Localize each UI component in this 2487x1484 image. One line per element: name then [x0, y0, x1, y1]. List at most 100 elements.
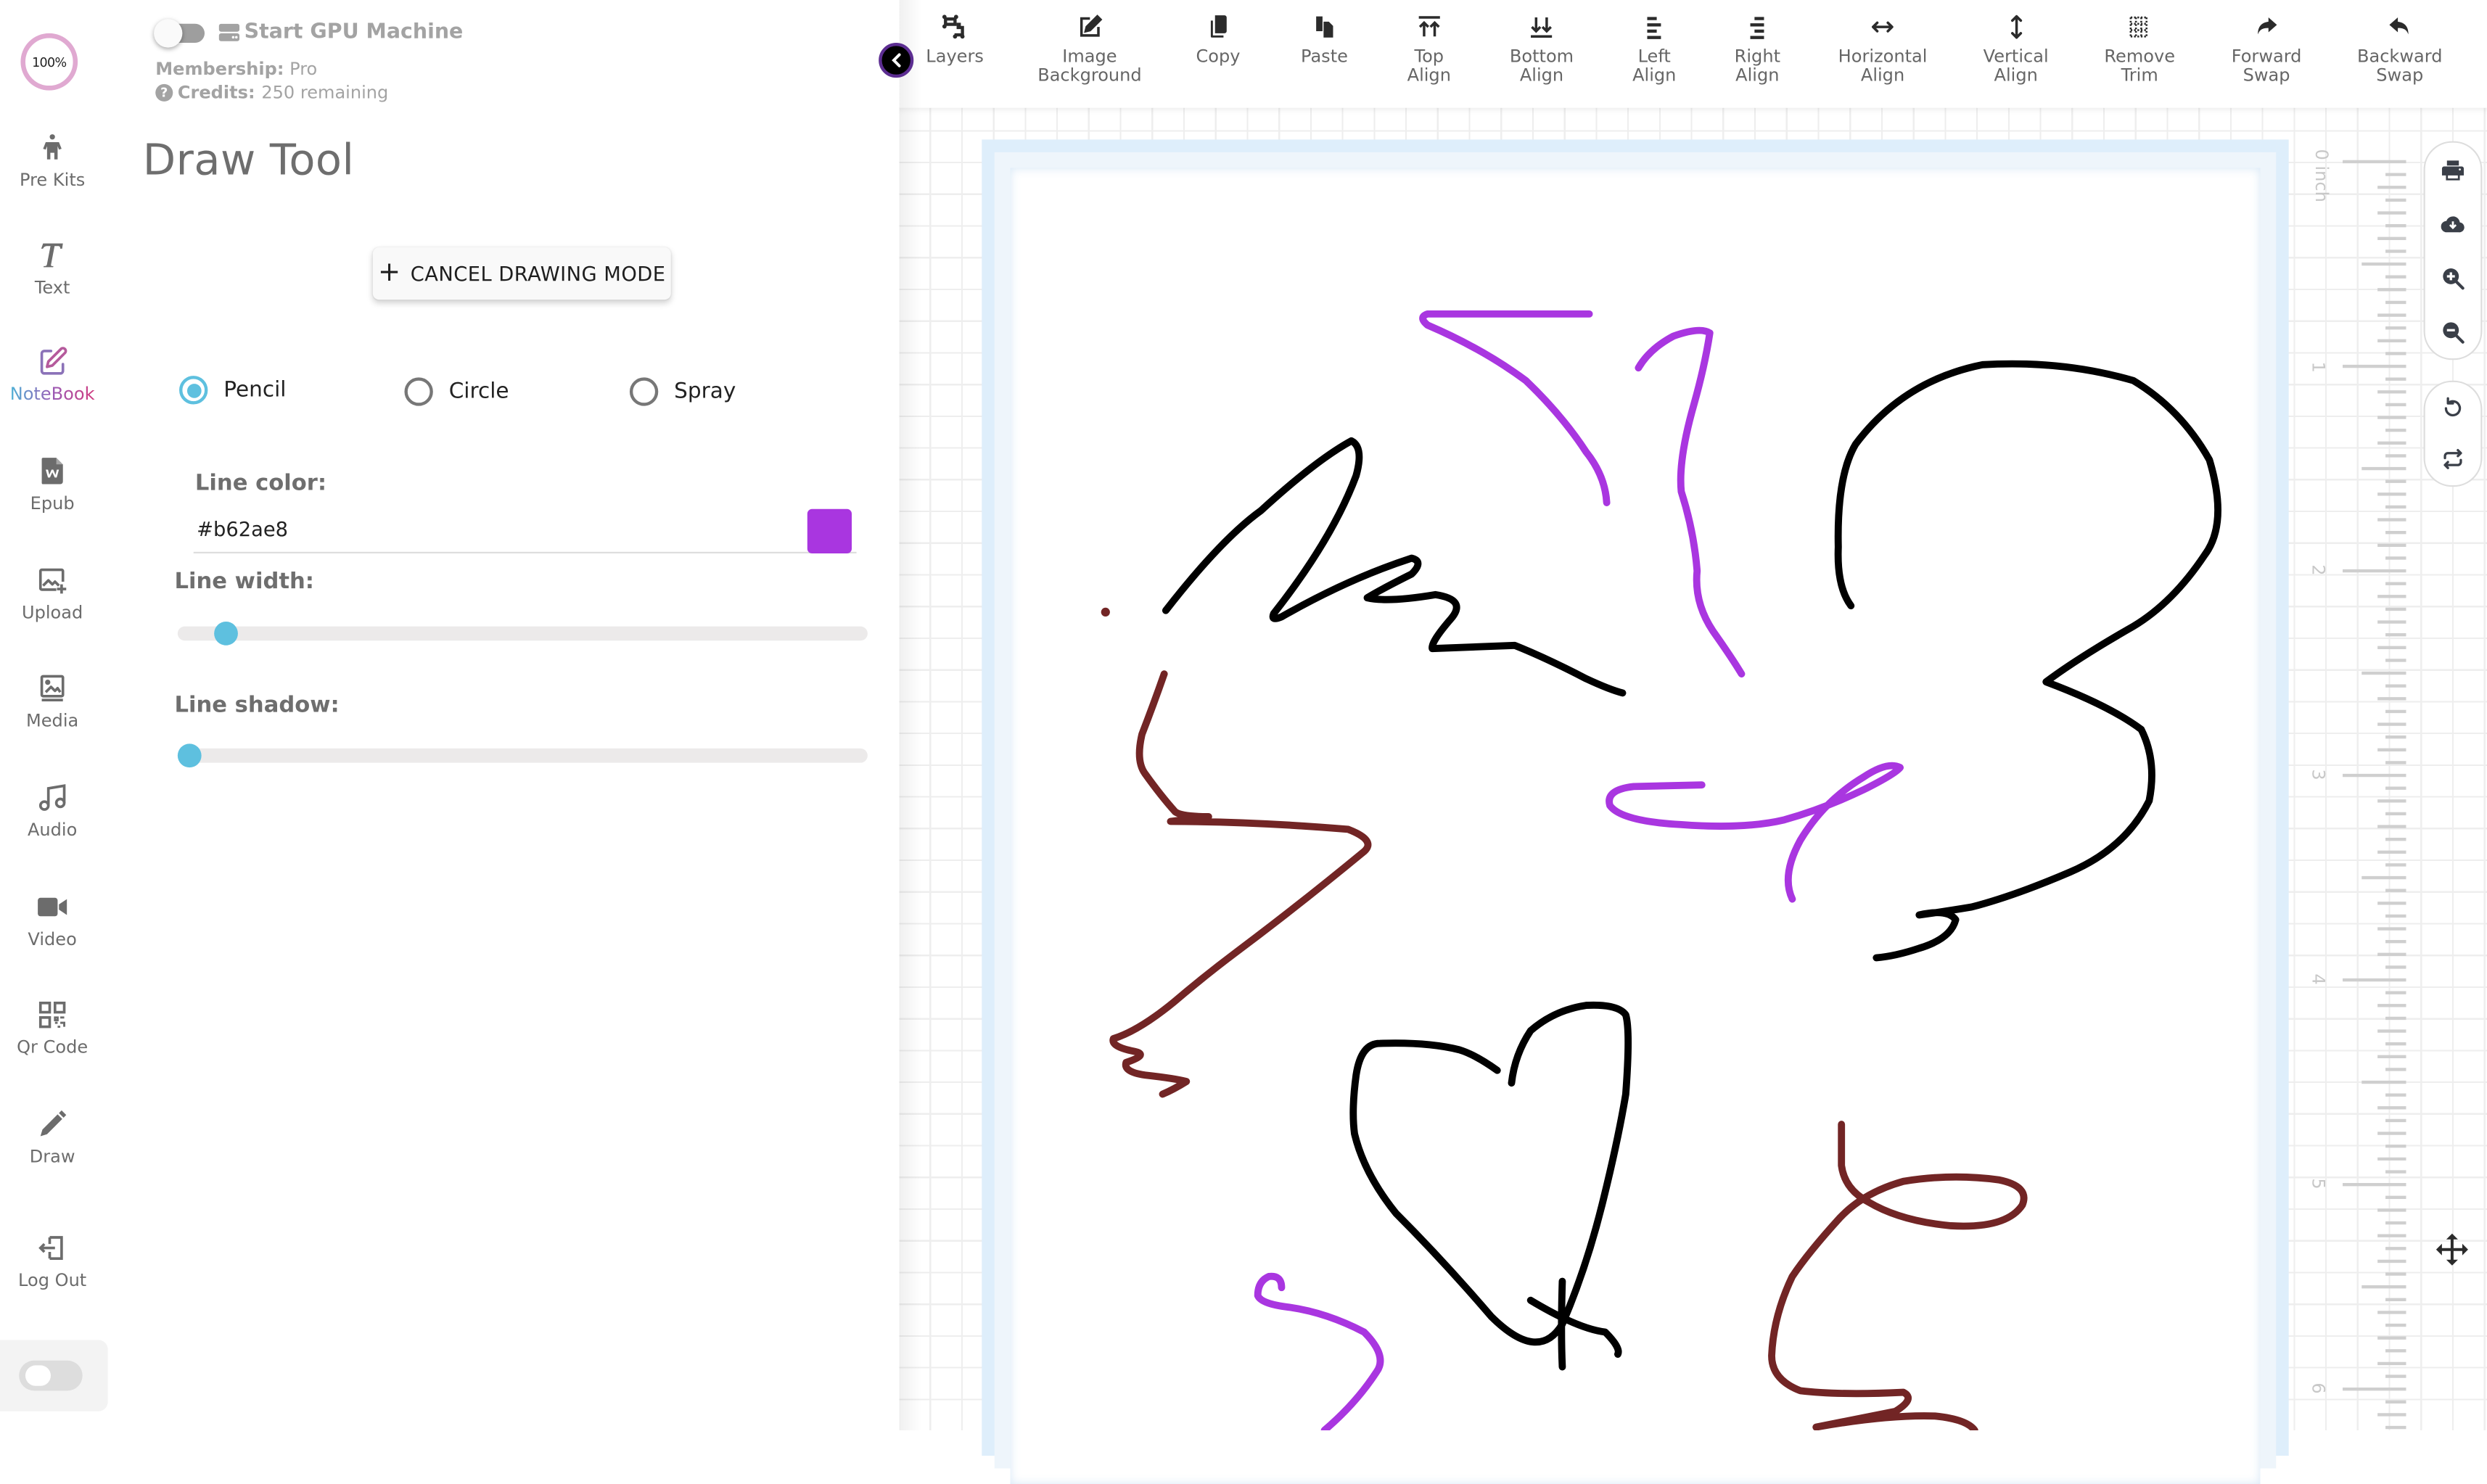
- cloud-download-icon: [2441, 215, 2465, 232]
- sidebar-item-label: Text: [34, 277, 70, 299]
- zoom-in-icon: [2443, 267, 2465, 289]
- zoom-out-button[interactable]: [2440, 318, 2465, 344]
- sidebar-item-label: Qr Code: [17, 1036, 89, 1058]
- logout-icon: [38, 1236, 63, 1260]
- undo-button[interactable]: [2440, 395, 2465, 421]
- copy-icon: [1210, 15, 1227, 38]
- chevron-left-icon: [891, 53, 900, 67]
- cancel-drawing-mode-button[interactable]: + CANCEL DRAWING MODE: [372, 247, 671, 300]
- repeat-icon: [2443, 449, 2462, 470]
- toolbar-bottom-align[interactable]: Bottom Align: [1510, 15, 1574, 86]
- credits-label: Credits:: [177, 82, 255, 104]
- layers-icon: [942, 15, 965, 39]
- gpu-machine-toggle[interactable]: [154, 18, 205, 47]
- sidebar-item-media[interactable]: Media: [0, 672, 104, 731]
- sidebar-item-video[interactable]: Video: [0, 891, 104, 950]
- toolbar-item-label: Layers: [926, 46, 984, 67]
- membership-label: Membership:: [155, 58, 284, 80]
- theme-toggle[interactable]: [19, 1360, 83, 1391]
- download-button[interactable]: [2440, 211, 2465, 236]
- paste-icon: [1315, 16, 1333, 38]
- slider-thumb[interactable]: [177, 743, 202, 768]
- left-sidebar: 100% Pre Kits Text NoteBook Epub Upload …: [0, 0, 108, 1430]
- pencil-icon: [40, 1110, 67, 1137]
- print-icon: [2441, 160, 2465, 180]
- toolbar-backward-swap[interactable]: Backward Swap: [2357, 15, 2443, 86]
- toolbar-item-label: Copy: [1196, 46, 1241, 67]
- radio-icon: [179, 376, 208, 405]
- toolbar-left-align[interactable]: Left Align: [1632, 15, 1676, 86]
- sidebar-item-notebook[interactable]: NoteBook: [0, 346, 104, 404]
- toggle-knob: [154, 18, 183, 47]
- help-icon[interactable]: ?: [155, 83, 173, 102]
- toolbar-copy[interactable]: Copy: [1196, 15, 1241, 67]
- sidebar-item-pre-kits[interactable]: Pre Kits: [0, 131, 104, 190]
- draw-tool-panel: Start GPU Machine Membership: Pro ? Cred…: [107, 0, 900, 1430]
- redo-button[interactable]: [2440, 447, 2465, 472]
- toolbar-top-align[interactable]: Top Align: [1407, 15, 1451, 86]
- sidebar-item-epub[interactable]: Epub: [0, 455, 104, 514]
- toolbar-item-label: Forward Swap: [2231, 46, 2302, 86]
- sidebar-item-label: Draw: [29, 1146, 75, 1168]
- ruler-mark-label: 2: [2307, 564, 2329, 576]
- toolbar-vertical-align[interactable]: Vertical Align: [1984, 15, 2049, 86]
- sidebar-item-upload[interactable]: Upload: [0, 564, 104, 623]
- toolbar-horizontal-align[interactable]: Horizontal Align: [1838, 15, 1927, 86]
- toolbar-forward-swap[interactable]: Forward Swap: [2231, 15, 2302, 86]
- line-color-input[interactable]: #b62ae8: [193, 508, 857, 554]
- vertical-ruler: [2343, 160, 2406, 1430]
- sidebar-item-label: Media: [26, 710, 79, 731]
- plus-icon: +: [378, 256, 401, 288]
- ruler-mark-label: 5: [2307, 1178, 2329, 1190]
- horizontal-align-icon: [1872, 21, 1894, 33]
- zoom-in-button[interactable]: [2440, 265, 2465, 290]
- brush-option-label: Circle: [448, 379, 509, 405]
- sidebar-item-audio[interactable]: Audio: [0, 782, 104, 841]
- radio-icon: [404, 377, 433, 406]
- epub-file-icon: [41, 458, 63, 485]
- child-icon: [43, 134, 62, 160]
- toolbar-image-background[interactable]: Image Background: [1037, 15, 1142, 86]
- brush-option-circle[interactable]: Circle: [404, 377, 509, 406]
- drawing-page[interactable]: [1010, 168, 2261, 1484]
- zoom-out-icon: [2443, 321, 2465, 343]
- sidebar-item-draw[interactable]: Draw: [0, 1108, 104, 1167]
- toolbar-remove-trim[interactable]: Remove Trim: [2104, 15, 2175, 86]
- vertical-align-icon: [2010, 15, 2022, 39]
- brush-option-pencil[interactable]: Pencil: [179, 376, 287, 405]
- sidebar-item-text[interactable]: Text: [0, 239, 104, 298]
- sidebar-item-label: Pre Kits: [19, 169, 86, 191]
- slider-thumb[interactable]: [214, 622, 238, 646]
- toolbar-item-label: Backward Swap: [2356, 46, 2443, 86]
- toolbar-item-label: Paste: [1301, 46, 1348, 67]
- brush-option-label: Spray: [674, 379, 736, 405]
- undo-icon: [2444, 397, 2462, 416]
- line-shadow-slider[interactable]: [177, 743, 868, 768]
- cancel-drawing-mode-label: CANCEL DRAWING MODE: [410, 261, 666, 286]
- view-controls: [2423, 141, 2483, 360]
- sidebar-item-log-out[interactable]: Log Out: [0, 1232, 104, 1291]
- media-icon: [40, 675, 65, 702]
- toolbar-right-align[interactable]: Right Align: [1735, 15, 1780, 86]
- sidebar-item-label: Audio: [27, 820, 78, 841]
- ruler-mark-label: 1: [2307, 361, 2329, 373]
- print-button[interactable]: [2440, 157, 2465, 182]
- notebook-edit-icon: [40, 347, 67, 375]
- credits-info: ? Credits: 250 remaining: [155, 83, 388, 103]
- ruler-mark-label: 4: [2307, 973, 2329, 985]
- move-icon[interactable]: [2435, 1232, 2470, 1267]
- sidebar-item-qr-code[interactable]: Qr Code: [0, 999, 104, 1058]
- brush-option-spray[interactable]: Spray: [629, 377, 736, 406]
- line-color-swatch[interactable]: [807, 508, 852, 554]
- qr-code-icon: [38, 1001, 66, 1029]
- line-width-label: Line width:: [174, 569, 315, 595]
- toolbar-layers[interactable]: Layers: [926, 15, 984, 67]
- sidebar-item-label: Upload: [21, 602, 83, 624]
- brush-option-label: Pencil: [223, 377, 287, 403]
- line-width-slider[interactable]: [177, 622, 868, 646]
- collapse-panel-button[interactable]: [879, 43, 914, 78]
- sidebar-item-label: Epub: [30, 492, 75, 514]
- progress-ring: 100%: [20, 33, 78, 91]
- toolbar-paste[interactable]: Paste: [1301, 15, 1348, 67]
- theme-toggle-container: [0, 1340, 108, 1411]
